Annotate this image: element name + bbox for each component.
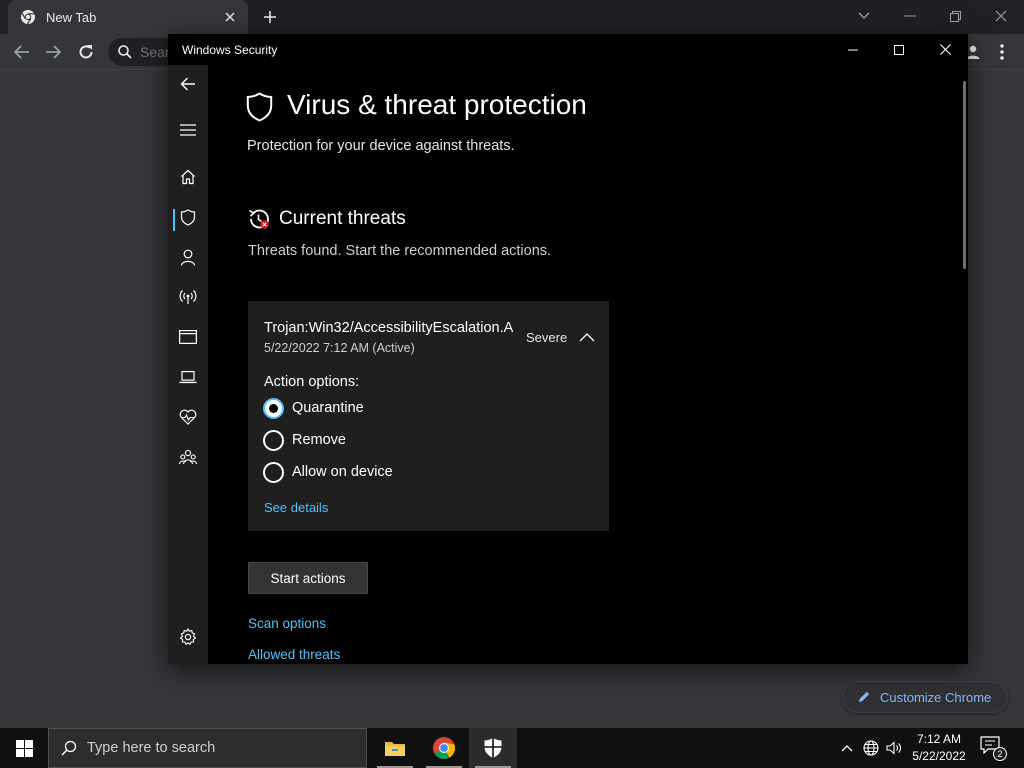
- windows-security-window: Windows Security Virus & threat protecti…: [168, 34, 968, 664]
- clock-date: 5/22/2022: [912, 749, 966, 763]
- action-options-label: Action options:: [264, 374, 360, 390]
- new-tab-plus-icon[interactable]: [258, 6, 282, 28]
- page-title: Virus & threat protection: [287, 89, 587, 120]
- chrome-taskbar-icon[interactable]: [420, 728, 468, 768]
- tray-chevron-up-icon[interactable]: [837, 738, 857, 758]
- file-explorer-icon[interactable]: [371, 728, 419, 768]
- nav-network-icon[interactable]: [168, 279, 208, 315]
- current-threats-description: Threats found. Start the recommended act…: [248, 243, 552, 259]
- back-arrow-icon[interactable]: [9, 40, 35, 64]
- maximize-icon[interactable]: [876, 34, 922, 65]
- radio-allow-label: Allow on device: [292, 464, 393, 480]
- chrome-close-icon[interactable]: [988, 4, 1014, 28]
- security-content: Virus & threat protection Protection for…: [208, 65, 968, 664]
- nav-family-icon[interactable]: [168, 439, 208, 475]
- chrome-menu-icon[interactable]: [989, 40, 1015, 64]
- taskbar-search-box[interactable]: Type here to search: [48, 728, 367, 768]
- nav-device-security-icon[interactable]: [168, 359, 208, 395]
- nav-menu-icon[interactable]: [168, 112, 208, 148]
- threat-severity: Severe: [526, 330, 568, 345]
- radio-remove-label: Remove: [292, 432, 346, 448]
- volume-icon[interactable]: [884, 738, 904, 758]
- chrome-tabstrip: New Tab: [0, 0, 1024, 34]
- threat-card: Trojan:Win32/AccessibilityEscalation.A 5…: [248, 301, 609, 531]
- minimize-icon[interactable]: [830, 34, 876, 65]
- windows-security-taskbar-icon[interactable]: [469, 728, 517, 768]
- nav-app-browser-icon[interactable]: [168, 319, 208, 355]
- threat-date: 5/22/2022 7:12 AM (Active): [264, 341, 415, 355]
- radio-unselected-icon[interactable]: [263, 461, 284, 483]
- nav-health-icon[interactable]: [168, 399, 208, 435]
- nav-home-icon[interactable]: [168, 159, 208, 195]
- chrome-logo-icon: [20, 9, 36, 25]
- scan-options-link[interactable]: Scan options: [248, 616, 326, 631]
- taskbar-clock[interactable]: 7:12 AM 5/22/2022: [905, 731, 973, 765]
- threat-history-icon: [247, 207, 271, 231]
- radio-remove[interactable]: Remove: [263, 429, 346, 451]
- tab-search-chevron-icon[interactable]: [851, 4, 877, 28]
- chevron-up-icon[interactable]: [578, 329, 596, 347]
- tab-close-icon[interactable]: [222, 9, 238, 25]
- radio-quarantine-label: Quarantine: [292, 400, 364, 416]
- threat-name: Trojan:Win32/AccessibilityEscalation.A: [264, 320, 514, 336]
- close-icon[interactable]: [922, 34, 968, 65]
- nav-settings-icon[interactable]: [168, 619, 208, 655]
- start-actions-button[interactable]: Start actions: [248, 562, 368, 594]
- pencil-icon: [857, 690, 871, 704]
- forward-arrow-icon[interactable]: [40, 40, 66, 64]
- radio-selected-icon[interactable]: [263, 397, 284, 419]
- window-title: Windows Security: [182, 43, 278, 57]
- reload-icon[interactable]: [73, 40, 99, 64]
- clock-time: 7:12 AM: [916, 732, 962, 746]
- radio-quarantine[interactable]: Quarantine: [263, 397, 364, 419]
- active-indicator: [173, 209, 175, 231]
- chrome-minimize-icon[interactable]: [897, 4, 923, 28]
- customize-chrome-label: Customize Chrome: [880, 689, 992, 705]
- radio-allow-on-device[interactable]: Allow on device: [263, 461, 393, 483]
- nav-account-icon[interactable]: [168, 239, 208, 275]
- customize-chrome-button[interactable]: Customize Chrome: [842, 681, 1008, 713]
- see-details-link[interactable]: See details: [264, 500, 328, 515]
- taskbar-search-placeholder: Type here to search: [87, 740, 216, 756]
- tab-title: New Tab: [46, 9, 97, 25]
- windows-start-icon[interactable]: [0, 728, 48, 768]
- window-titlebar[interactable]: Windows Security: [168, 34, 968, 65]
- action-center-icon[interactable]: 2: [980, 736, 1008, 761]
- page-subtitle: Protection for your device against threa…: [247, 138, 515, 154]
- current-threats-heading: Current threats: [279, 208, 406, 229]
- network-globe-icon[interactable]: [861, 738, 881, 758]
- search-icon: [61, 740, 77, 756]
- allowed-threats-link[interactable]: Allowed threats: [248, 647, 340, 662]
- taskbar: Type here to search 7:12 AM 5/22/2022 2: [0, 728, 1024, 768]
- security-sidebar: [168, 65, 208, 664]
- notification-count-badge: 2: [993, 747, 1007, 761]
- nav-shield-icon[interactable]: [168, 199, 208, 235]
- nav-back-icon[interactable]: [168, 66, 208, 102]
- chrome-tab-new-tab[interactable]: New Tab: [8, 0, 248, 34]
- scrollbar[interactable]: [963, 81, 966, 269]
- chrome-restore-icon[interactable]: [942, 4, 968, 28]
- radio-unselected-icon[interactable]: [263, 429, 284, 451]
- page-shield-icon: [246, 92, 273, 122]
- search-icon: [118, 45, 132, 59]
